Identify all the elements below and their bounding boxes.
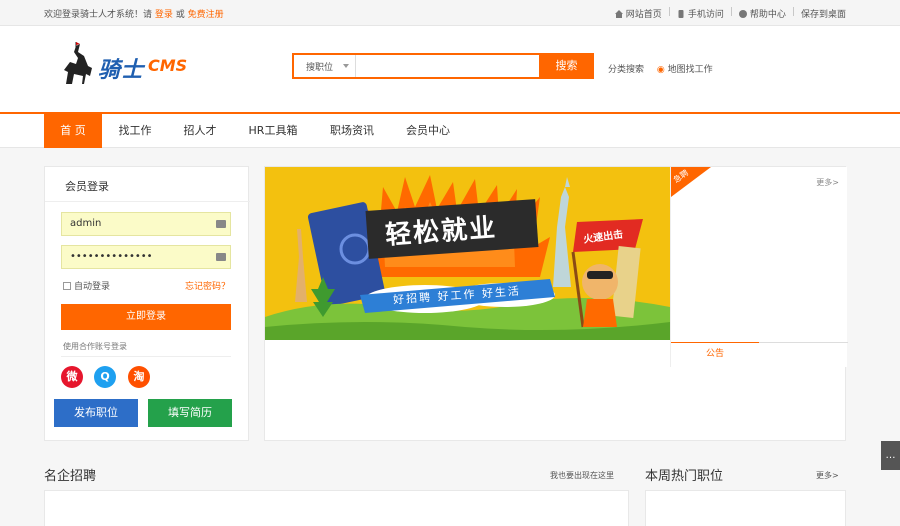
fill-resume-button[interactable]: 填写简历 [148,399,232,427]
urgent-more-link[interactable]: 更多> [816,177,839,188]
main-nav: 首 页 找工作 招人才 HR工具箱 职场资讯 会员中心 [0,112,900,148]
famous-companies-link[interactable]: 我也要出现在这里 [550,470,614,481]
header: 骑士 CMS 搜职位 搜索 分类搜索 ◉ 地图找工作 [0,26,900,112]
top-bar: 欢迎登录骑士人才系统！请 登录 或 免费注册 网站首页 | 手机访问 | 帮助中… [0,0,900,26]
nav-item-career-news[interactable]: 职场资讯 [318,114,386,148]
nav-item-home[interactable]: 首 页 [44,114,102,148]
hot-jobs-box [645,490,846,526]
banner-graphic [265,167,670,340]
mobile-icon [678,10,684,18]
partner-login-label: 使用合作账号登录 [63,342,127,351]
or-text: 或 [175,10,185,20]
login-panel: 会员登录 admin •••••••••••••• 自动登录 忘记密码？ 立即登… [44,166,250,441]
username-value: admin [70,218,102,229]
map-search-link[interactable]: 地图找工作 [668,65,713,75]
password-field[interactable]: •••••••••••••• [61,245,231,269]
welcome-message: 欢迎登录骑士人才系统！请 [44,10,153,20]
famous-companies-box [44,490,629,526]
login-button[interactable]: 立即登录 [61,304,231,330]
nav-item-hr-tools[interactable]: HR工具箱 [240,114,306,148]
divider [61,356,231,357]
username-field[interactable]: admin [61,212,231,236]
keyboard-icon [216,253,226,261]
remember-label: 自动登录 [74,282,111,292]
search-input[interactable] [358,55,538,77]
top-link-mobile[interactable]: 手机访问 [677,7,724,20]
top-link-label: 手机访问 [687,10,724,20]
divider [45,201,250,202]
top-link-help[interactable]: 帮助中心 [738,7,786,20]
search-button[interactable]: 搜索 [539,53,594,79]
famous-companies-title: 名企招聘 [44,469,97,484]
help-icon [738,10,747,18]
top-link-label: 网站首页 [625,10,662,20]
center-panel: 轻松就业 好招聘 好工作 好生活 火速出击 急聘 更多> 公告 [264,166,848,441]
map-pin-icon: ◉ [656,65,665,75]
header-links: 分类搜索 ◉ 地图找工作 [608,62,713,75]
nav-item-find-job[interactable]: 找工作 [108,114,162,148]
remember-checkbox[interactable] [63,282,71,290]
search-bar: 搜职位 搜索 [292,53,594,79]
remember-me[interactable]: 自动登录 [63,279,110,292]
publish-job-button[interactable]: 发布职位 [54,399,138,427]
password-value: •••••••••••••• [70,251,153,262]
chevron-down-icon [343,64,349,68]
qq-icon[interactable]: Q [94,366,116,388]
taobao-icon[interactable]: 淘 [128,366,150,388]
hot-jobs-more-link[interactable]: 更多> [816,470,839,481]
nav-item-recruit[interactable]: 招人才 [172,114,228,148]
search-type-label: 搜职位 [306,63,334,73]
top-link-home[interactable]: 网站首页 [614,7,662,20]
logo-cms-text: CMS [148,56,188,75]
separator: | [729,7,733,17]
top-link-save-desktop[interactable]: 保存到桌面 [801,7,846,20]
hot-jobs-title: 本周热门职位 [645,469,724,484]
register-link[interactable]: 免费注册 [188,10,224,20]
separator: | [667,7,671,17]
logo-text: 骑士 [98,57,145,83]
tab-notice[interactable]: 公告 [671,342,759,367]
top-links: 网站首页 | 手机访问 | 帮助中心 | 保存到桌面 [614,7,846,20]
nav-item-member-center[interactable]: 会员中心 [396,114,460,148]
weibo-icon[interactable]: 微 [61,366,83,388]
divider [759,342,848,343]
home-icon [614,10,623,18]
welcome-text: 欢迎登录骑士人才系统！请 登录 或 免费注册 [44,7,224,20]
separator: | [791,7,795,17]
urgent-jobs-panel: 急聘 更多> 公告 [670,167,848,367]
login-title: 会员登录 [65,180,109,193]
banner-headline: 轻松就业 [384,213,499,251]
keyboard-icon [216,220,226,228]
category-search-link[interactable]: 分类搜索 [608,65,644,75]
search-type-select[interactable]: 搜职位 [294,55,356,77]
promo-banner[interactable]: 轻松就业 好招聘 好工作 好生活 火速出击 [265,167,670,340]
chat-float-button[interactable]: … [881,441,900,470]
top-link-label: 帮助中心 [749,10,786,20]
forgot-password-link[interactable]: 忘记密码？ [185,279,230,292]
login-link[interactable]: 登录 [155,10,173,20]
